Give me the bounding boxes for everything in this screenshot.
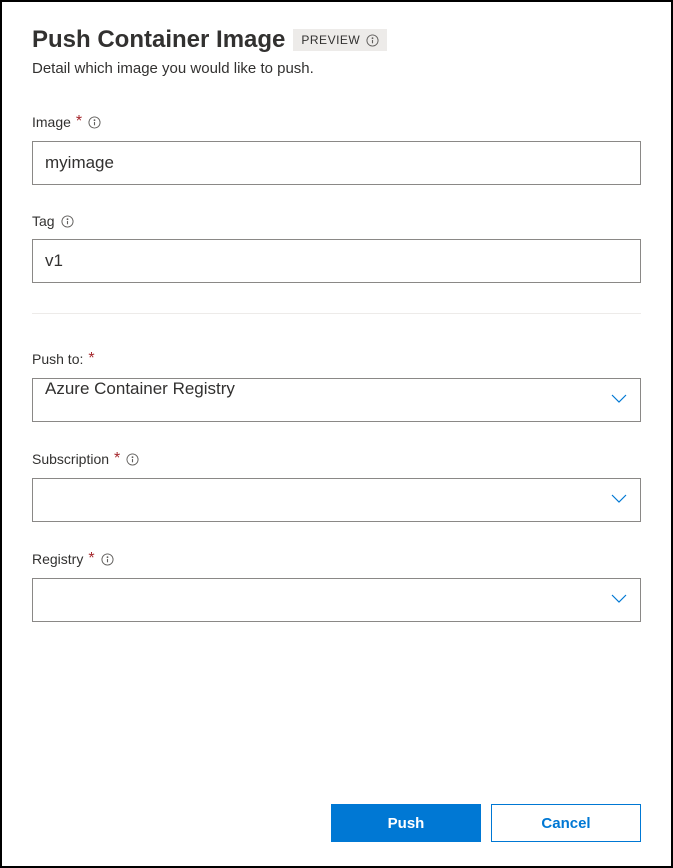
preview-badge-text: PREVIEW: [301, 33, 360, 47]
info-icon[interactable]: [101, 553, 114, 566]
push-to-field-group: Push to: * Azure Container Registry: [32, 350, 641, 422]
subscription-field-group: Subscription *: [32, 450, 641, 522]
registry-label: Registry: [32, 551, 83, 567]
required-indicator: *: [114, 450, 120, 468]
push-to-label: Push to:: [32, 351, 83, 367]
subscription-select[interactable]: [32, 478, 641, 522]
info-icon[interactable]: [126, 453, 139, 466]
info-icon: [366, 34, 379, 47]
tag-field-group: Tag: [32, 213, 641, 283]
required-indicator: *: [76, 113, 82, 131]
tag-label: Tag: [32, 213, 55, 229]
image-label: Image: [32, 114, 71, 130]
image-field-group: Image *: [32, 113, 641, 185]
subscription-label: Subscription: [32, 451, 109, 467]
info-icon[interactable]: [88, 116, 101, 129]
page-title: Push Container Image: [32, 26, 285, 54]
registry-select[interactable]: [32, 578, 641, 622]
push-to-select[interactable]: Azure Container Registry: [32, 378, 641, 422]
push-button[interactable]: Push: [331, 804, 481, 842]
tag-input[interactable]: [32, 239, 641, 283]
required-indicator: *: [88, 350, 94, 368]
page-subtitle: Detail which image you would like to pus…: [32, 60, 641, 77]
registry-field-group: Registry *: [32, 550, 641, 622]
dialog-header: Push Container Image PREVIEW: [32, 26, 641, 54]
required-indicator: *: [88, 550, 94, 568]
cancel-button[interactable]: Cancel: [491, 804, 641, 842]
info-icon[interactable]: [61, 215, 74, 228]
image-input[interactable]: [32, 141, 641, 185]
section-divider: [32, 313, 641, 314]
preview-badge: PREVIEW: [293, 29, 387, 51]
action-buttons: Push Cancel: [331, 804, 641, 842]
